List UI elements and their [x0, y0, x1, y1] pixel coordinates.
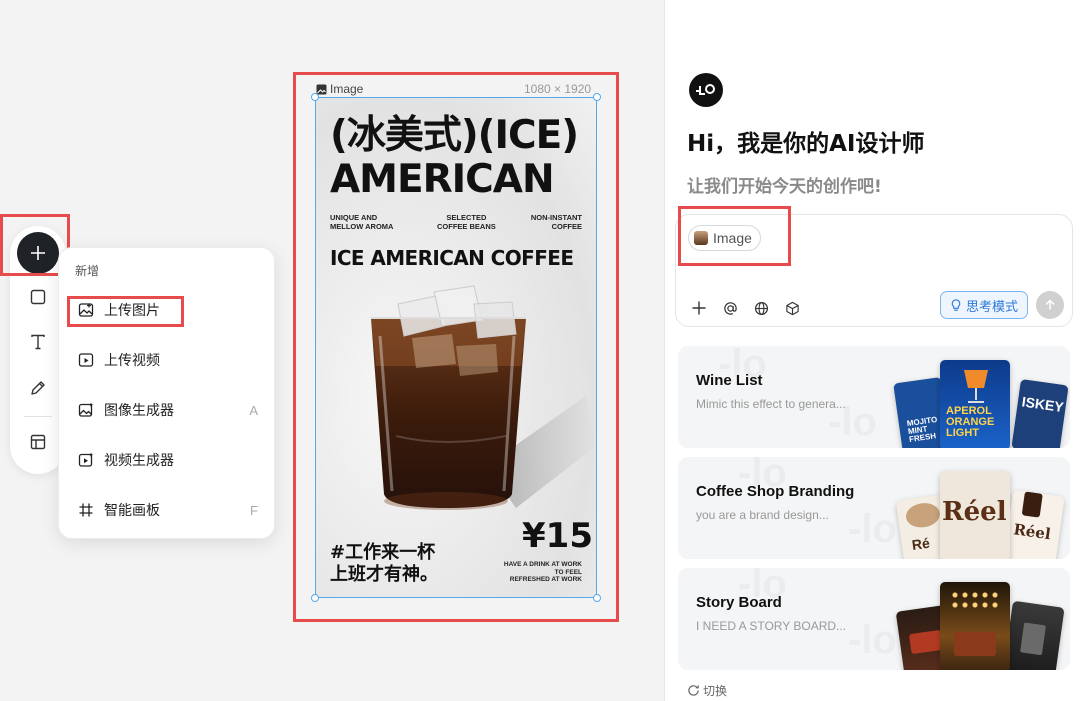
pen-icon	[31, 381, 45, 395]
toolbar-divider	[24, 416, 52, 417]
poster-chinese-slogan: #工作来一杯 上班才有神。	[330, 542, 438, 585]
coffee-thumb-card: Réel	[1003, 489, 1065, 559]
add-menu: 新增 上传图片 上传视频 图像生成器 A 视频生成器 智能画板 F	[58, 247, 275, 539]
wine-thumb-aperol: APEROL ORANGE LIGHT	[940, 360, 1010, 448]
cube-icon	[785, 301, 799, 315]
menu-item-upload-image[interactable]: 上传图片	[59, 290, 276, 330]
attachment-chip[interactable]: Image	[688, 225, 761, 251]
refresh-icon	[688, 685, 699, 696]
shortcut-key: A	[249, 402, 258, 418]
3d-object-button[interactable]	[781, 297, 803, 319]
menu-item-upload-video[interactable]: 上传视频	[59, 340, 276, 380]
poster-sub-mid: SELECTED COFFEE BEANS	[437, 213, 496, 231]
web-search-button[interactable]	[750, 297, 772, 319]
arrow-up-icon	[1045, 299, 1055, 310]
card-title: Story Board	[696, 594, 782, 611]
at-icon	[723, 301, 737, 315]
watermark-logo: -lo	[848, 507, 897, 552]
switch-button[interactable]: 切换	[687, 682, 727, 699]
prompt-input-box[interactable]: Image 思考模式	[675, 214, 1073, 327]
video-generator-icon	[77, 451, 95, 469]
brand-logo-icon	[689, 73, 723, 107]
poster-tagline: HAVE A DRINK AT WORK TO FEEL REFRESHED A…	[503, 561, 582, 583]
menu-item-label: 智能画板	[104, 502, 160, 518]
story-thumb-cassette	[940, 582, 1010, 670]
layout-icon	[30, 434, 46, 450]
image-icon	[316, 84, 327, 94]
watermark-logo: -lo	[848, 618, 897, 663]
attachment-chip-label: Image	[713, 230, 752, 246]
menu-title: 新增	[75, 264, 100, 278]
template-card-coffee-branding[interactable]: -lo -lo Coffee Shop Branding you are a b…	[678, 457, 1070, 559]
resize-handle[interactable]	[593, 594, 601, 602]
frame-size: 1080 × 1920	[524, 82, 592, 96]
card-description: Mimic this effect to genera...	[696, 397, 846, 411]
rectangle-icon	[30, 289, 46, 305]
poster-sub-right: NON-INSTANT COFFEE	[530, 213, 582, 231]
globe-icon	[754, 301, 768, 315]
card-title: Coffee Shop Branding	[696, 483, 855, 500]
lightbulb-icon	[951, 298, 961, 311]
image-upload-icon	[77, 301, 95, 319]
text-icon	[31, 334, 45, 350]
menu-item-label: 上传视频	[104, 352, 160, 368]
rectangle-tool-button[interactable]	[24, 283, 52, 311]
menu-item-image-generator[interactable]: 图像生成器 A	[59, 390, 276, 430]
resize-handle[interactable]	[311, 93, 319, 101]
frame-label: Image	[316, 82, 363, 96]
menu-item-label: 上传图片	[104, 302, 160, 318]
video-upload-icon	[77, 351, 95, 369]
menu-item-smart-artboard[interactable]: 智能画板 F	[59, 490, 276, 530]
poster-image[interactable]: (冰美式)(ICE) AMERICAN UNIQUE AND MELLOW AR…	[315, 97, 597, 598]
resize-handle[interactable]	[593, 93, 601, 101]
poster-price: ¥15	[522, 516, 593, 556]
attachment-thumbnail	[694, 231, 708, 245]
thinking-mode-toggle[interactable]: 思考模式	[940, 291, 1028, 319]
poster-title-line1: (冰美式)(ICE)	[330, 113, 579, 158]
template-card-story-board[interactable]: -lo -lo Story Board I NEED A STORY BOARD…	[678, 568, 1070, 670]
menu-item-label: 图像生成器	[104, 402, 174, 418]
text-tool-button[interactable]	[24, 328, 52, 356]
poster-title-line2: AMERICAN	[330, 157, 555, 202]
canvas-area[interactable]: 新增 上传图片 上传视频 图像生成器 A 视频生成器 智能画板 F Image …	[0, 0, 664, 701]
add-button[interactable]	[17, 232, 59, 274]
wine-thumb-whiskey: ISKEY	[1011, 379, 1069, 448]
assistant-panel: Hi，我是你的AI设计师 让我们开始今天的创作吧! Image 思考模式 -lo…	[664, 0, 1080, 701]
iced-coffee-glass-illustration	[371, 285, 596, 510]
image-generator-icon	[77, 401, 95, 419]
frame-label-text: Image	[330, 82, 364, 96]
resize-handle[interactable]	[311, 594, 319, 602]
add-attachment-button[interactable]	[688, 297, 710, 319]
plus-icon	[692, 301, 706, 315]
layout-tool-button[interactable]	[24, 428, 52, 456]
thinking-mode-label: 思考模式	[965, 298, 1018, 314]
card-description: you are a brand design...	[696, 508, 829, 522]
poster-headline: ICE AMERICAN COFFEE	[330, 246, 574, 270]
pen-tool-button[interactable]	[24, 374, 52, 402]
coffee-thumb-logo: Réel	[940, 471, 1010, 559]
menu-item-video-generator[interactable]: 视频生成器	[59, 440, 276, 480]
artboard-icon	[77, 501, 95, 519]
story-thumb-dark	[1003, 600, 1065, 670]
mention-button[interactable]	[719, 297, 741, 319]
switch-label: 切换	[703, 684, 728, 698]
card-title: Wine List	[696, 372, 763, 389]
shortcut-key: F	[250, 502, 258, 518]
send-button[interactable]	[1036, 291, 1064, 319]
menu-item-label: 视频生成器	[104, 452, 174, 468]
card-description: I NEED A STORY BOARD...	[696, 619, 847, 633]
poster-sub-left: UNIQUE AND MELLOW AROMA	[330, 213, 394, 231]
template-card-wine-list[interactable]: -lo -lo Wine List Mimic this effect to g…	[678, 346, 1070, 448]
greeting-title: Hi，我是你的AI设计师	[687, 131, 925, 157]
plus-icon	[31, 246, 45, 260]
greeting-subtitle: 让我们开始今天的创作吧!	[687, 177, 882, 197]
